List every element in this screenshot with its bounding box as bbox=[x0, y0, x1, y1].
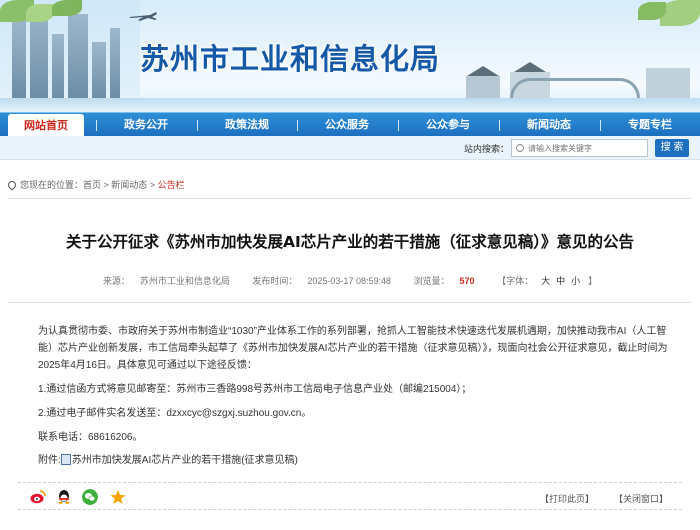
wechat-icon[interactable] bbox=[82, 489, 98, 505]
close-window-button[interactable]: 【关闭窗口】 bbox=[614, 492, 668, 505]
publish-date: 2025-03-17 08:59:48 bbox=[307, 276, 391, 286]
font-size-label: 【字体： bbox=[497, 276, 534, 286]
location-pin-icon bbox=[6, 179, 18, 191]
favorite-star-icon[interactable] bbox=[110, 489, 126, 505]
print-button[interactable]: 【打印此页】 bbox=[540, 492, 594, 505]
breadcrumb-current[interactable]: 公告栏 bbox=[158, 180, 185, 190]
attachment-link[interactable]: 苏州市加快发展AI芯片产业的若干措施(征求意见稿) bbox=[72, 455, 298, 466]
search-button[interactable]: 搜 索 bbox=[655, 139, 689, 157]
breadcrumb: 您现在的位置：首页 > 新闻动态 > 公告栏 bbox=[6, 178, 185, 191]
search-label: 站内搜索： bbox=[464, 144, 510, 154]
source-label: 来源： bbox=[102, 276, 130, 286]
search-icon bbox=[516, 144, 524, 152]
article-paragraph: 为认真贯彻市委、市政府关于苏州市制造业“1030”产业体系工作的系列部署，抢抓人… bbox=[38, 323, 670, 374]
attachment-row: 附件: 苏州市加快发展AI芯片产业的若干措施(征求意见稿) bbox=[38, 451, 298, 466]
feedback-item-mail: 1.通过信函方式将意见邮寄至：苏州市三香路998号苏州市工信局电子信息产业处（邮… bbox=[38, 384, 472, 395]
nav-item-gov-affairs[interactable]: 政务公开 bbox=[106, 113, 186, 137]
nav-item-policy[interactable]: 政策法规 bbox=[207, 113, 287, 137]
share-bar: 【打印此页】 【关闭窗口】 bbox=[18, 482, 682, 510]
font-medium-button[interactable]: 中 bbox=[556, 276, 565, 286]
nav-item-topics[interactable]: 专题专栏 bbox=[610, 113, 690, 137]
article-meta: 来源： 苏州市工业和信息化局 发布时间： 2025-03-17 08:59:48 浏… bbox=[0, 274, 700, 287]
contact-phone: 联系电话：68616206。 bbox=[38, 432, 143, 443]
font-size-close: 】 bbox=[588, 276, 598, 286]
breadcrumb-prefix: 您现在的位置： bbox=[20, 180, 84, 190]
breadcrumb-separator: > bbox=[101, 180, 112, 190]
nav-item-home[interactable]: 网站首页 bbox=[8, 114, 84, 138]
date-label: 发布时间： bbox=[252, 276, 298, 286]
search-box bbox=[511, 139, 648, 157]
divider bbox=[8, 198, 692, 199]
font-large-button[interactable]: 大 bbox=[541, 276, 550, 286]
search-bar: 站内搜索： 搜 索 bbox=[0, 136, 700, 160]
views-label: 浏览量： bbox=[413, 276, 450, 286]
article-title: 关于公开征求《苏州市加快发展AI芯片产业的若干措施（征求意见稿）》意见的公告 bbox=[65, 233, 635, 251]
nav-item-news[interactable]: 新闻动态 bbox=[509, 113, 589, 137]
breadcrumb-news-link[interactable]: 新闻动态 bbox=[111, 180, 147, 190]
nav-item-public-service[interactable]: 公众服务 bbox=[307, 113, 387, 137]
font-small-button[interactable]: 小 bbox=[571, 276, 580, 286]
document-icon bbox=[60, 454, 71, 465]
breadcrumb-separator: > bbox=[147, 180, 158, 190]
source-value: 苏州市工业和信息化局 bbox=[139, 276, 230, 286]
divider bbox=[8, 302, 692, 303]
airplane-icon bbox=[129, 12, 157, 21]
feedback-item-email: 2.通过电子邮件实名发送至：dzxxcyc@szgxj.suzhou.gov.c… bbox=[38, 408, 312, 419]
article-paragraph-text: 为认真贯彻市委、市政府关于苏州市制造业“1030”产业体系工作的系列部署，抢抓人… bbox=[38, 326, 668, 371]
nav-item-participation[interactable]: 公众参与 bbox=[408, 113, 488, 137]
header-banner: 苏州市工业和信息化局 bbox=[0, 0, 700, 112]
breadcrumb-home-link[interactable]: 首页 bbox=[83, 180, 101, 190]
attachment-label: 附件: bbox=[38, 455, 61, 466]
weibo-icon[interactable] bbox=[30, 489, 46, 505]
site-title: 苏州市工业和信息化局 bbox=[140, 42, 441, 76]
search-input[interactable] bbox=[528, 142, 646, 154]
qq-icon[interactable] bbox=[56, 489, 72, 505]
view-count: 570 bbox=[459, 276, 475, 286]
main-nav: 网站首页 政务公开 政策法规 公众服务 公众参与 新闻动态 专题专栏 bbox=[0, 112, 700, 138]
